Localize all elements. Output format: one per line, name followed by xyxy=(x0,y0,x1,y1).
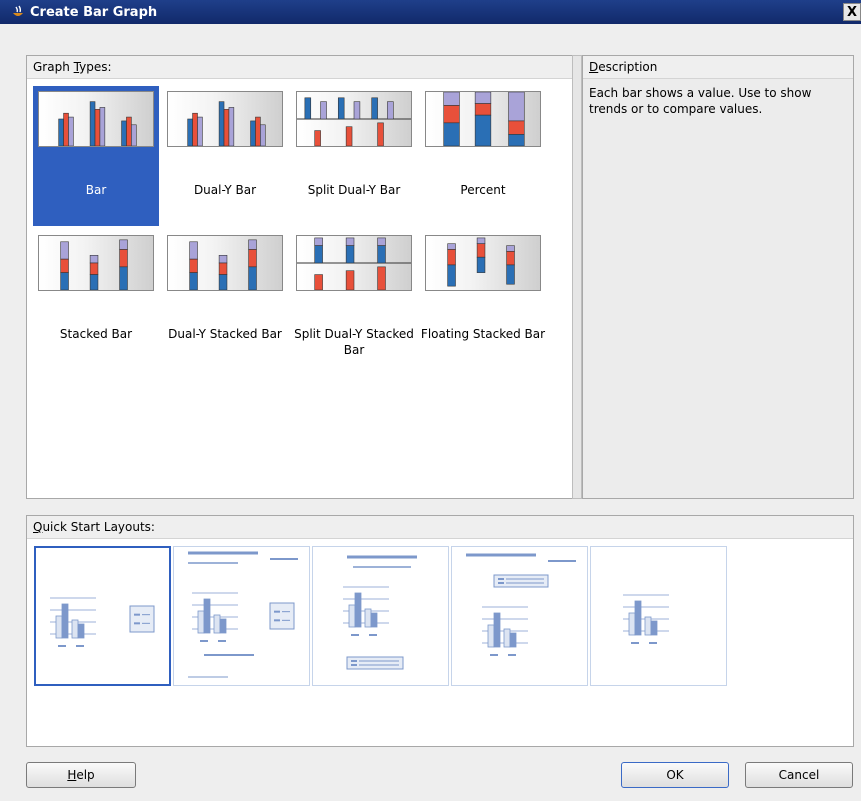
layout-full-titles-legend-right-icon xyxy=(174,547,309,686)
quick-start-header: Quick Start Layouts: xyxy=(27,516,853,539)
graph-type-label: Floating Stacked Bar xyxy=(420,327,546,341)
split-dual-y-bar-chart-icon xyxy=(296,91,412,147)
close-button[interactable]: X xyxy=(843,3,861,21)
graph-types-panel: Graph Types: Bar Dual-Y Bar Split Dual-Y B… xyxy=(26,55,573,499)
quick-start-layout-tile[interactable] xyxy=(590,546,727,686)
graph-type-label: Dual-Y Stacked Bar xyxy=(168,327,282,341)
quick-start-layouts-panel: Quick Start Layouts: xyxy=(26,515,854,747)
graph-type-tile[interactable]: Split Dual-Y Stacked Bar xyxy=(291,230,417,370)
graph-type-tile[interactable]: Floating Stacked Bar xyxy=(420,230,546,370)
graph-type-label: Stacked Bar xyxy=(59,327,133,341)
floating-stacked-bar-chart-icon xyxy=(425,235,541,291)
graph-types-scrollbar[interactable] xyxy=(572,55,582,499)
graph-type-label: Bar xyxy=(85,183,107,197)
graph-type-tile[interactable]: Split Dual-Y Bar xyxy=(291,86,417,226)
quick-start-layout-tile[interactable] xyxy=(451,546,588,686)
stacked-bar-chart-icon xyxy=(38,235,154,291)
cancel-button[interactable]: Cancel xyxy=(745,762,853,788)
description-text: Each bar shows a value. Use to show tren… xyxy=(589,86,812,116)
app-icon xyxy=(13,5,23,16)
graph-type-tile[interactable]: Percent xyxy=(420,86,546,226)
graph-type-label: Percent xyxy=(460,183,506,197)
window-title: Create Bar Graph xyxy=(30,4,158,20)
graph-type-label: Dual-Y Bar xyxy=(193,183,257,197)
layout-legend-right-icon xyxy=(36,548,169,687)
description-panel: Description Each bar shows a value. Use … xyxy=(582,55,854,499)
quick-start-layout-tile[interactable] xyxy=(312,546,449,686)
dual-y-stacked-bar-chart-icon xyxy=(167,235,283,291)
graph-type-label: Split Dual-Y Bar xyxy=(307,183,401,197)
percent-bar-chart-icon xyxy=(425,91,541,147)
graph-type-tile[interactable]: Dual-Y Stacked Bar xyxy=(162,230,288,370)
quick-start-layout-tile[interactable] xyxy=(173,546,310,686)
layout-title-legend-top-icon xyxy=(452,547,587,686)
title-bar: Create Bar Graph X xyxy=(0,0,861,24)
ok-button[interactable]: OK xyxy=(621,762,729,788)
bar-chart-icon xyxy=(38,91,154,147)
help-button[interactable]: Help xyxy=(26,762,136,788)
description-header: Description xyxy=(583,56,853,79)
split-dual-y-stacked-bar-chart-icon xyxy=(296,235,412,291)
graph-types-header: Graph Types: xyxy=(27,56,572,79)
graph-type-tile[interactable]: Bar xyxy=(33,86,159,226)
layout-plain-icon xyxy=(591,547,726,686)
graph-type-tile[interactable]: Stacked Bar xyxy=(33,230,159,370)
graph-type-label: Split Dual-Y Stacked Bar xyxy=(294,327,414,357)
quick-start-layout-tile[interactable] xyxy=(34,546,171,686)
layout-title-legend-bottom-icon xyxy=(313,547,448,686)
dual-y-bar-chart-icon xyxy=(167,91,283,147)
graph-type-tile[interactable]: Dual-Y Bar xyxy=(162,86,288,226)
